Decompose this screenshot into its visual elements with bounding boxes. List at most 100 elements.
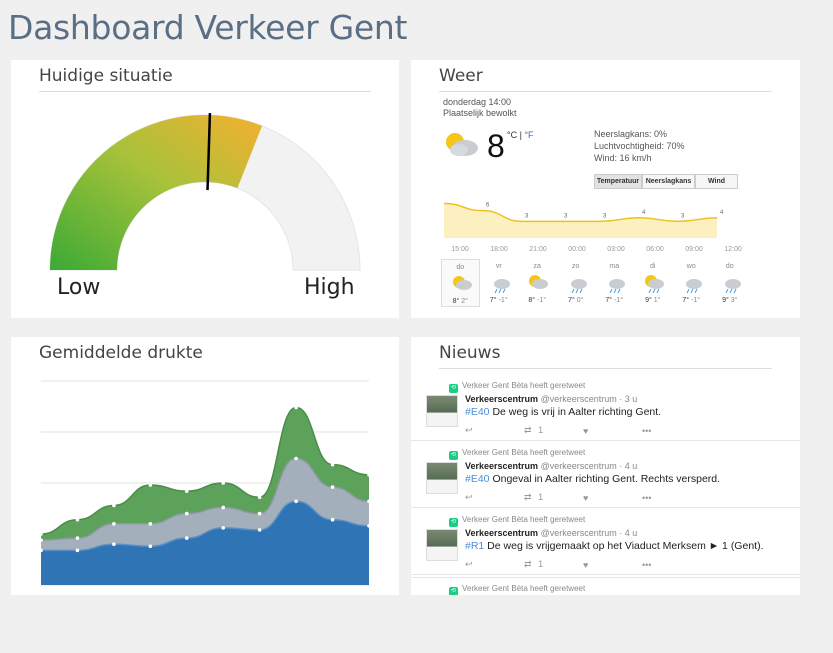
data-point[interactable] — [39, 548, 43, 553]
data-point[interactable] — [112, 542, 116, 546]
weather-tabs: Temperatuur Neerslagkans Wind — [594, 174, 738, 189]
data-point[interactable] — [112, 522, 116, 526]
divider — [439, 91, 772, 92]
day-temps: 9° 3° — [722, 297, 738, 304]
data-point[interactable] — [39, 532, 43, 536]
unit-celsius[interactable]: °C — [507, 130, 517, 140]
tab-wind[interactable]: Wind — [695, 174, 738, 189]
day-temps: 9° 1° — [645, 297, 661, 304]
gauge-fill — [50, 114, 263, 270]
divider — [439, 368, 772, 369]
tweet-text: De weg is vrij in Aalter richting Gent. — [489, 406, 662, 418]
tweet-item[interactable]: ⟲ Verkeer Gent Bèta heeft geretweet — [411, 577, 800, 595]
data-point[interactable] — [148, 544, 153, 549]
data-point[interactable] — [257, 511, 262, 516]
data-point[interactable] — [184, 511, 189, 516]
hour-tick-label: 12:00 — [724, 246, 742, 253]
retweet-icon: ⟲ — [449, 587, 458, 595]
tweet-item[interactable]: ⟲ Verkeer Gent Bèta heeft geretweet Verke… — [411, 375, 800, 441]
hashtag-link[interactable]: #E40 — [465, 473, 490, 485]
retweet-button[interactable]: ⇄ 1 — [524, 492, 579, 503]
data-point[interactable] — [294, 499, 298, 504]
data-point[interactable] — [294, 456, 298, 461]
tweet-item[interactable]: ⟲ Verkeer Gent Bèta heeft geretweet Verke… — [411, 442, 800, 508]
data-point[interactable] — [221, 505, 226, 510]
tweet-item[interactable]: ⟲ Verkeer Gent Bèta heeft geretweet Verke… — [411, 509, 800, 575]
avatar[interactable] — [426, 462, 458, 494]
hour-tick-label: 06:00 — [646, 246, 664, 253]
hour-tick-label: 15:00 — [451, 246, 469, 253]
hashtag-link[interactable]: #R1 — [465, 540, 484, 552]
temperature-value-label: 3 — [525, 213, 529, 219]
data-point[interactable] — [294, 405, 298, 410]
more-icon[interactable]: ••• — [642, 560, 697, 570]
tweet-time[interactable]: · 4 u — [619, 528, 637, 538]
forecast-day[interactable]: ma 7° -1° — [595, 259, 634, 307]
data-point[interactable] — [75, 536, 80, 540]
data-point[interactable] — [367, 524, 371, 528]
data-point[interactable] — [75, 517, 80, 522]
forecast-day[interactable]: do 8° 2° — [441, 259, 480, 307]
data-point[interactable] — [39, 538, 43, 542]
data-point[interactable] — [112, 503, 116, 508]
data-point[interactable] — [148, 522, 153, 526]
data-point[interactable] — [184, 489, 189, 493]
data-point[interactable] — [330, 517, 335, 522]
rain-cloud-icon — [609, 279, 625, 293]
tab-neerslagkans[interactable]: Neerslagkans — [642, 174, 695, 189]
tweet-time[interactable]: · 4 u — [619, 461, 637, 471]
tweet-handle[interactable]: @verkeerscentrum — [541, 461, 617, 471]
unit-fahrenheit[interactable]: °F — [524, 130, 533, 140]
tweet-handle[interactable]: @verkeerscentrum — [541, 394, 617, 404]
data-point[interactable] — [221, 526, 226, 530]
tweet-handle[interactable]: @verkeerscentrum — [541, 528, 617, 538]
forecast-day[interactable]: vr 7° -1° — [480, 259, 519, 307]
avatar[interactable] — [426, 529, 458, 561]
day-name: do — [456, 264, 465, 271]
tweet-author[interactable]: Verkeerscentrum — [465, 528, 538, 538]
data-point[interactable] — [184, 536, 189, 540]
weather-datetime: donderdag 14:00 — [443, 97, 512, 107]
temperature-unit-toggle[interactable]: °C | °F — [507, 130, 534, 140]
tab-temperatuur[interactable]: Temperatuur — [594, 174, 642, 189]
data-point[interactable] — [367, 473, 371, 477]
hashtag-link[interactable]: #E40 — [465, 406, 490, 418]
retweet-button[interactable]: ⇄ 1 — [524, 559, 579, 570]
like-icon[interactable]: ♥ — [583, 426, 638, 436]
data-point[interactable] — [367, 499, 371, 504]
reply-icon[interactable]: ↩ — [465, 492, 520, 503]
forecast-day[interactable]: do 9° 3° — [711, 259, 750, 307]
temperature-value-label: 4 — [642, 210, 646, 216]
sun-cloud-icon — [446, 133, 478, 156]
forecast-day[interactable]: wo 7° -1° — [672, 259, 711, 307]
tweet-author[interactable]: Verkeerscentrum — [465, 394, 538, 404]
data-point[interactable] — [75, 548, 80, 553]
reply-icon[interactable]: ↩ — [465, 559, 520, 570]
like-icon[interactable]: ♥ — [583, 493, 638, 503]
day-temps: 8° 2° — [452, 298, 468, 305]
gauge-high-label: High — [304, 275, 355, 300]
more-icon[interactable]: ••• — [642, 426, 697, 436]
temperature-value-label: 3 — [603, 213, 607, 219]
forecast-day[interactable]: zo 7° 0° — [557, 259, 596, 307]
retweet-label: Verkeer Gent Bèta heeft geretweet — [462, 381, 586, 390]
like-icon[interactable]: ♥ — [583, 560, 638, 570]
day-temps: 7° -1° — [605, 297, 624, 304]
news-title: Nieuws — [439, 343, 501, 363]
tweet-author[interactable]: Verkeerscentrum — [465, 461, 538, 471]
more-icon[interactable]: ••• — [642, 493, 697, 503]
retweet-button[interactable]: ⇄ 1 — [524, 425, 579, 436]
data-point[interactable] — [257, 495, 262, 500]
avatar[interactable] — [426, 395, 458, 427]
data-point[interactable] — [330, 485, 335, 489]
data-point[interactable] — [221, 481, 226, 485]
data-point[interactable] — [330, 462, 335, 467]
news-panel: Nieuws ⟲ Verkeer Gent Bèta heeft geretwee… — [411, 337, 800, 595]
reply-icon[interactable]: ↩ — [465, 425, 520, 436]
tweet-time[interactable]: · 3 u — [619, 394, 637, 404]
data-point[interactable] — [148, 483, 153, 487]
forecast-day[interactable]: za 8° -1° — [518, 259, 557, 307]
data-point[interactable] — [257, 528, 262, 532]
retweet-icon: ⇄ — [524, 492, 532, 502]
forecast-day[interactable]: di 9° 1° — [634, 259, 673, 307]
